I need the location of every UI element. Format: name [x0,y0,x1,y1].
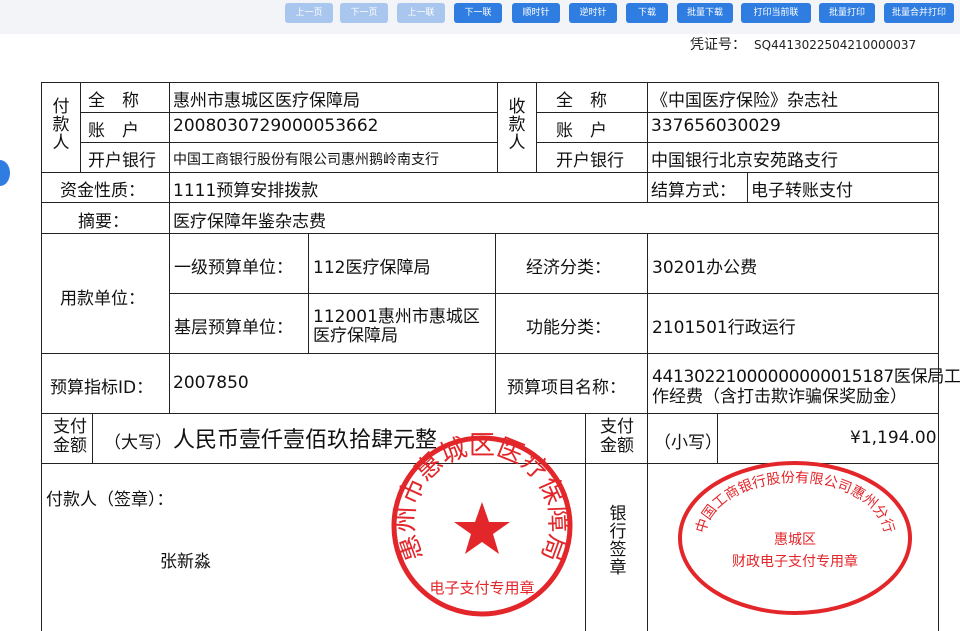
payee-name-label: 全 称 [556,91,607,111]
payer-seal: 惠州市惠城区医疗保障局 电子支付专用章 [391,432,573,617]
func-label: 功能分类： [526,318,611,338]
econ-label: 经济分类： [526,258,611,278]
base-budget-line2: 医疗保障局 [313,326,398,346]
summary: 医疗保障年鉴杂志费 [173,212,326,232]
payee-name: 《中国医疗保险》杂志社 [651,91,838,111]
econ: 30201办公费 [652,258,758,278]
payee-bank-label: 开户银行 [556,151,624,171]
payment-voucher: 付款人 全 称 惠州市惠城区医疗保障局 账 户 2008030729000053… [0,0,960,631]
payer-bank-label: 开户银行 [88,151,156,171]
payee-side-label: 收款人 [508,97,526,153]
bank-seal: 中国工商银行股份有限公司惠州分行 惠城区 财政电子支付专用章 [678,461,912,615]
payee-account: 337656030029 [651,116,781,136]
amount-lower: ¥1,194.00 [850,428,937,448]
payee-account-label: 账 户 [556,121,607,141]
payer-name: 惠州市惠城区医疗保障局 [173,91,360,111]
payer-account-label: 账 户 [88,121,139,141]
summary-label: 摘要： [78,212,129,232]
settlement-label: 结算方式： [651,181,736,201]
bank-sign-label: 银行签章 [609,504,627,578]
indicator: 2007850 [173,373,249,393]
func: 2101501行政运行 [652,318,796,338]
payer-seal-bottom-text: 电子支付专用章 [429,579,534,597]
payer-name-label: 全 称 [88,91,139,111]
star-icon [454,502,510,554]
lower-label: （小写） [654,433,722,453]
first-budget-label: 一级预算单位： [174,258,293,278]
settlement: 电子转账支付 [751,181,853,201]
svg-text:中国工商银行股份有限公司惠州分行: 中国工商银行股份有限公司惠州分行 [693,470,897,535]
upper-label: （大写） [104,433,172,453]
payer-sign-label: 付款人（签章）： [46,490,174,510]
bank-seal-line1: 惠城区 [774,532,816,548]
base-budget-label: 基层预算单位： [174,318,293,338]
project-label: 预算项目名称： [507,378,626,398]
fund-nature: 1111预算安排拨款 [173,181,319,201]
payer-account: 2008030729000053662 [173,116,379,136]
payee-bank: 中国银行北京安苑路支行 [651,151,838,171]
payer-side-label: 付款人 [52,97,70,153]
indicator-label: 预算指标ID： [50,378,154,398]
amount-label-left: 支付金额 [53,417,87,456]
payer-bank: 中国工商银行股份有限公司惠州鹅岭南支行 [173,152,439,168]
user-unit-label: 用款单位： [60,289,145,309]
project-line2: 作经费（含打击欺诈骗保奖励金） [652,387,907,407]
bank-seal-line2: 财政电子支付专用章 [732,553,858,570]
fund-nature-label: 资金性质： [60,181,145,201]
amount-label-right: 支付金额 [600,417,634,456]
bank-seal-arc-text: 中国工商银行股份有限公司惠州分行 [693,470,897,535]
first-budget: 112医疗保障局 [313,258,431,278]
amount-upper: 人民币壹仟壹佰玖拾肆元整 [173,428,438,453]
payer-signer: 张新淼 [160,552,211,572]
